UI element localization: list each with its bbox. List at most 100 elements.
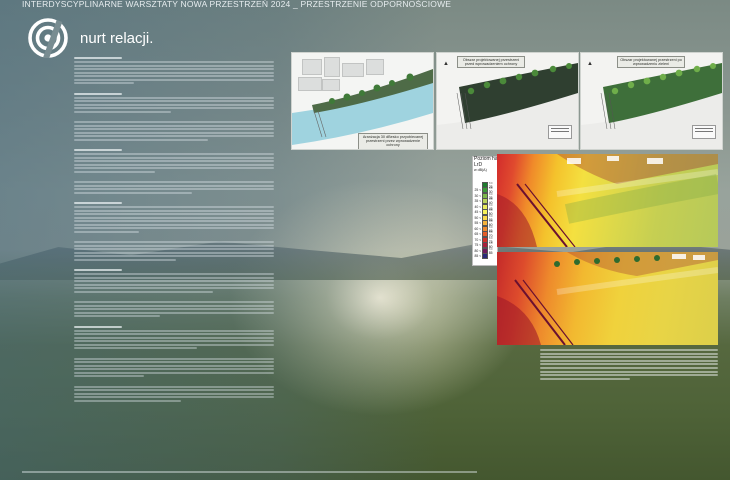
- noise-map-after: [497, 252, 718, 345]
- noise-legend-from: 75 <: [474, 243, 482, 248]
- paragraph-heading-line: [74, 92, 122, 95]
- paragraph-line: [74, 248, 274, 250]
- paragraph-line: [74, 251, 274, 254]
- map-label: Aranżacja 30 dBesko przyobiecanej przest…: [358, 133, 428, 149]
- logo-text: nurt relacji.: [80, 30, 154, 47]
- paragraph-heading-line: [74, 202, 122, 204]
- paragraph-line: [74, 160, 274, 162]
- site-map-before: ▲ Obszar projektowanej przestrzeni przed…: [436, 52, 579, 150]
- noise-legend-from: 35 <: [474, 199, 482, 204]
- north-arrow-icon: ▲: [587, 61, 593, 67]
- paragraph-line: [74, 103, 274, 106]
- noise-legend-from: 25 <: [474, 188, 482, 193]
- caption-line: [540, 363, 718, 366]
- noise-legend-from: 60 <: [474, 226, 482, 231]
- poster-body-text: [74, 57, 279, 410]
- paragraph-line: [74, 220, 274, 222]
- noise-legend-from: 45 <: [474, 210, 482, 215]
- paragraph-line: [74, 361, 274, 363]
- paragraph-line: [74, 308, 274, 310]
- noise-legend-from: 50 <: [474, 215, 482, 220]
- noise-legend-from: 80 <: [474, 248, 482, 253]
- paragraph-line: [74, 364, 274, 367]
- paragraph-line: [74, 156, 274, 159]
- paragraph-line: [74, 121, 274, 123]
- noise-map-before: [497, 154, 718, 247]
- noise-legend-from: 55 <: [474, 221, 482, 226]
- logo-icon: [28, 18, 68, 58]
- paragraph-line: [74, 336, 274, 339]
- noise-legend-swatch: [482, 253, 488, 260]
- paragraph-line: [74, 347, 197, 349]
- paragraph-line: [74, 167, 274, 169]
- paragraph-line: [74, 96, 274, 99]
- map-label: Obszar projektowanej przestrzeni po wpro…: [617, 56, 685, 69]
- caption-line: [540, 374, 718, 377]
- poster-title: INTERDYSCYPLINARNE WARSZTATY NOWA PRZEST…: [22, 0, 452, 9]
- map-label: Obszar projektowanej przestrzeni przed w…: [457, 56, 525, 69]
- paragraph-line: [74, 71, 274, 74]
- paragraph-line: [74, 209, 274, 212]
- paragraph-line: [74, 375, 144, 377]
- paragraph-line: [74, 82, 134, 84]
- paragraph-line: [74, 75, 274, 77]
- paragraph-line: [74, 170, 155, 173]
- paragraph-line: [74, 244, 274, 247]
- paragraph-line: [74, 241, 274, 243]
- paragraph-line: [74, 311, 274, 314]
- paragraph-line: [74, 255, 274, 257]
- noise-map-overlay: [497, 252, 718, 345]
- paragraph-line: [74, 61, 274, 63]
- noise-map-caption: [540, 349, 720, 381]
- noise-legend-rows: <= 25 25 < <= 30 30 < <= 35 35 < <= 40 40 < <= 4…: [474, 181, 496, 260]
- noise-legend-to: <= 85: [488, 246, 493, 255]
- paragraph-line: [74, 107, 274, 109]
- paragraph-line: [74, 230, 139, 233]
- caption-line: [540, 370, 718, 373]
- paragraph-line: [74, 181, 274, 183]
- caption-line: [540, 359, 718, 362]
- paragraph-line: [74, 304, 274, 307]
- paragraph-line: [74, 100, 274, 102]
- paragraph-line: [74, 343, 274, 346]
- paragraph-line: [74, 280, 274, 282]
- paragraph-heading-line: [74, 57, 122, 59]
- footer-text-line: [22, 471, 477, 473]
- paragraph-line: [74, 227, 274, 229]
- paragraph-line: [74, 399, 181, 402]
- paragraph-line: [74, 163, 274, 166]
- caption-line: [540, 377, 630, 380]
- paragraph-line: [74, 357, 274, 360]
- paragraph-line: [74, 213, 274, 215]
- paragraph-line: [74, 273, 274, 275]
- paragraph-line: [74, 64, 274, 67]
- paragraph-line: [74, 138, 208, 141]
- map-legend-box: [692, 125, 716, 139]
- paragraph-line: [74, 124, 274, 127]
- noise-legend-from: 65 <: [474, 232, 482, 237]
- paragraph-line: [74, 184, 274, 187]
- paragraph-line: [74, 371, 274, 374]
- paragraph-line: [74, 135, 274, 137]
- paragraph-line: [74, 153, 274, 155]
- noise-legend-from: 85 <: [474, 254, 482, 259]
- paragraph-line: [74, 258, 176, 261]
- site-map-after: ▲ Obszar projektowanej przestrzeni po wp…: [580, 52, 723, 150]
- paragraph-line: [74, 223, 274, 226]
- map-legend-box: [548, 125, 572, 139]
- paragraph-line: [74, 301, 274, 303]
- paragraph-line: [74, 333, 274, 335]
- paragraph-line: [74, 276, 274, 279]
- paragraph-line: [74, 385, 274, 388]
